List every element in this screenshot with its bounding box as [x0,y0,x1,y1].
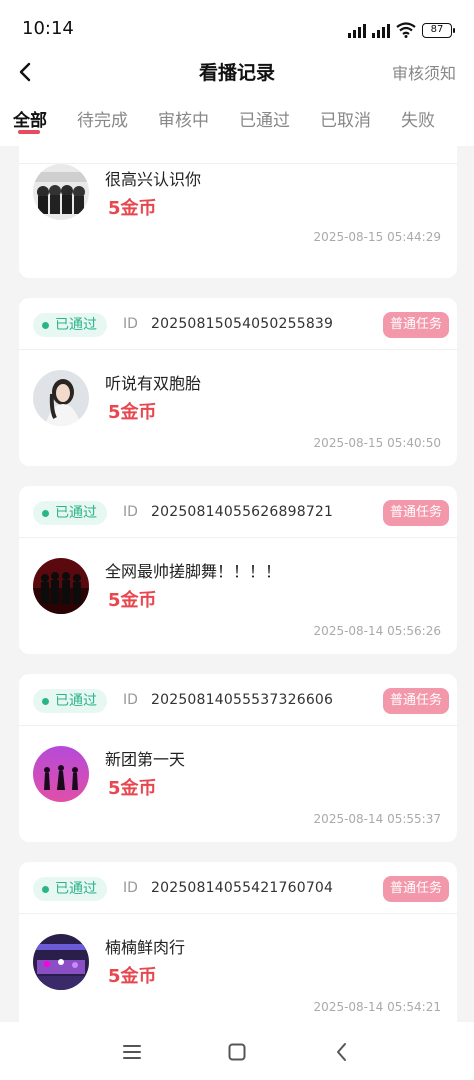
task-type-badge: 普通任务 [382,312,449,338]
record-time: 2025-08-15 05:44:29 [313,230,441,244]
record-title: 听说有双胞胎 [105,374,202,393]
wifi-icon [396,22,416,38]
record-id: 20250814055626898721 [151,504,334,520]
record-id: 20250814055537326606 [151,692,334,708]
record-title: 楠楠鲜肉行 [105,938,186,957]
id-label: ID [123,504,138,520]
avatar [33,934,89,990]
tab-pending[interactable]: 待完成 [77,106,128,131]
id-label: ID [123,880,138,896]
reward-amount: 5金币 [108,198,157,219]
record-time: 2025-08-14 05:54:21 [313,1000,441,1014]
tab-cancelled[interactable]: 已取消 [320,106,371,131]
record-id: 20250814055421760704 [151,880,334,896]
avatar [33,164,89,220]
status-tabs: 全部 待完成 审核中 已通过 已取消 失败 [0,88,474,146]
back-icon[interactable] [331,1041,353,1063]
system-nav-bar [0,1022,474,1080]
status-time: 10:14 [22,18,74,39]
record-card[interactable]: 已通过 ID 20250814055421760704 普通任务 楠楠鲜肉行 5… [19,862,457,1022]
status-bar: 10:14 87 [0,0,474,56]
avatar [33,370,89,426]
record-card[interactable]: 已通过 ID 20250814055626898721 普通任务 全网最帅搓脚舞… [19,486,457,654]
tab-reviewing[interactable]: 审核中 [158,106,209,131]
record-card[interactable]: 已通过 ID 20250814055537326606 普通任务 新团第一天 5… [19,674,457,842]
avatar [33,558,89,614]
record-card[interactable]: 很高兴认识你 5金币 2025-08-15 05:44:29 [19,146,457,278]
home-icon[interactable] [226,1041,248,1063]
record-time: 2025-08-14 05:55:37 [313,812,441,826]
record-time: 2025-08-15 05:40:50 [313,436,441,450]
menu-icon[interactable] [121,1041,143,1063]
record-card[interactable]: 已通过 ID 20250815054050255839 普通任务 听说有双胞胎 … [19,298,457,466]
reward-amount: 5金币 [108,966,157,987]
record-title: 全网最帅搓脚舞！！！！ [105,562,282,581]
id-label: ID [123,316,138,332]
reward-amount: 5金币 [108,778,157,799]
signal-icon-2 [372,20,390,38]
task-type-badge: 普通任务 [382,876,449,902]
status-badge: 已通过 [33,313,107,337]
top-app-bar: 看播记录 审核须知 [0,56,474,88]
record-id: 20250815054050255839 [151,316,334,332]
tab-passed[interactable]: 已通过 [239,106,290,131]
reward-amount: 5金币 [108,590,157,611]
record-title: 很高兴认识你 [105,170,202,189]
status-icons: 87 [348,20,455,38]
task-type-badge: 普通任务 [382,500,449,526]
tab-failed[interactable]: 失败 [401,106,435,131]
record-list[interactable]: 很高兴认识你 5金币 2025-08-15 05:44:29 已通过 ID 20… [0,146,474,1022]
active-tab-indicator [18,130,40,134]
record-title: 新团第一天 [105,750,186,769]
status-badge: 已通过 [33,877,107,901]
status-badge: 已通过 [33,689,107,713]
avatar [33,746,89,802]
reward-amount: 5金币 [108,402,157,423]
signal-icon [348,20,366,38]
record-time: 2025-08-14 05:56:26 [313,624,441,638]
review-notice-link[interactable]: 审核须知 [392,60,456,84]
status-badge: 已通过 [33,501,107,525]
tab-all[interactable]: 全部 [13,106,47,131]
id-label: ID [123,692,138,708]
task-type-badge: 普通任务 [382,688,449,714]
battery-icon: 87 [422,23,455,38]
